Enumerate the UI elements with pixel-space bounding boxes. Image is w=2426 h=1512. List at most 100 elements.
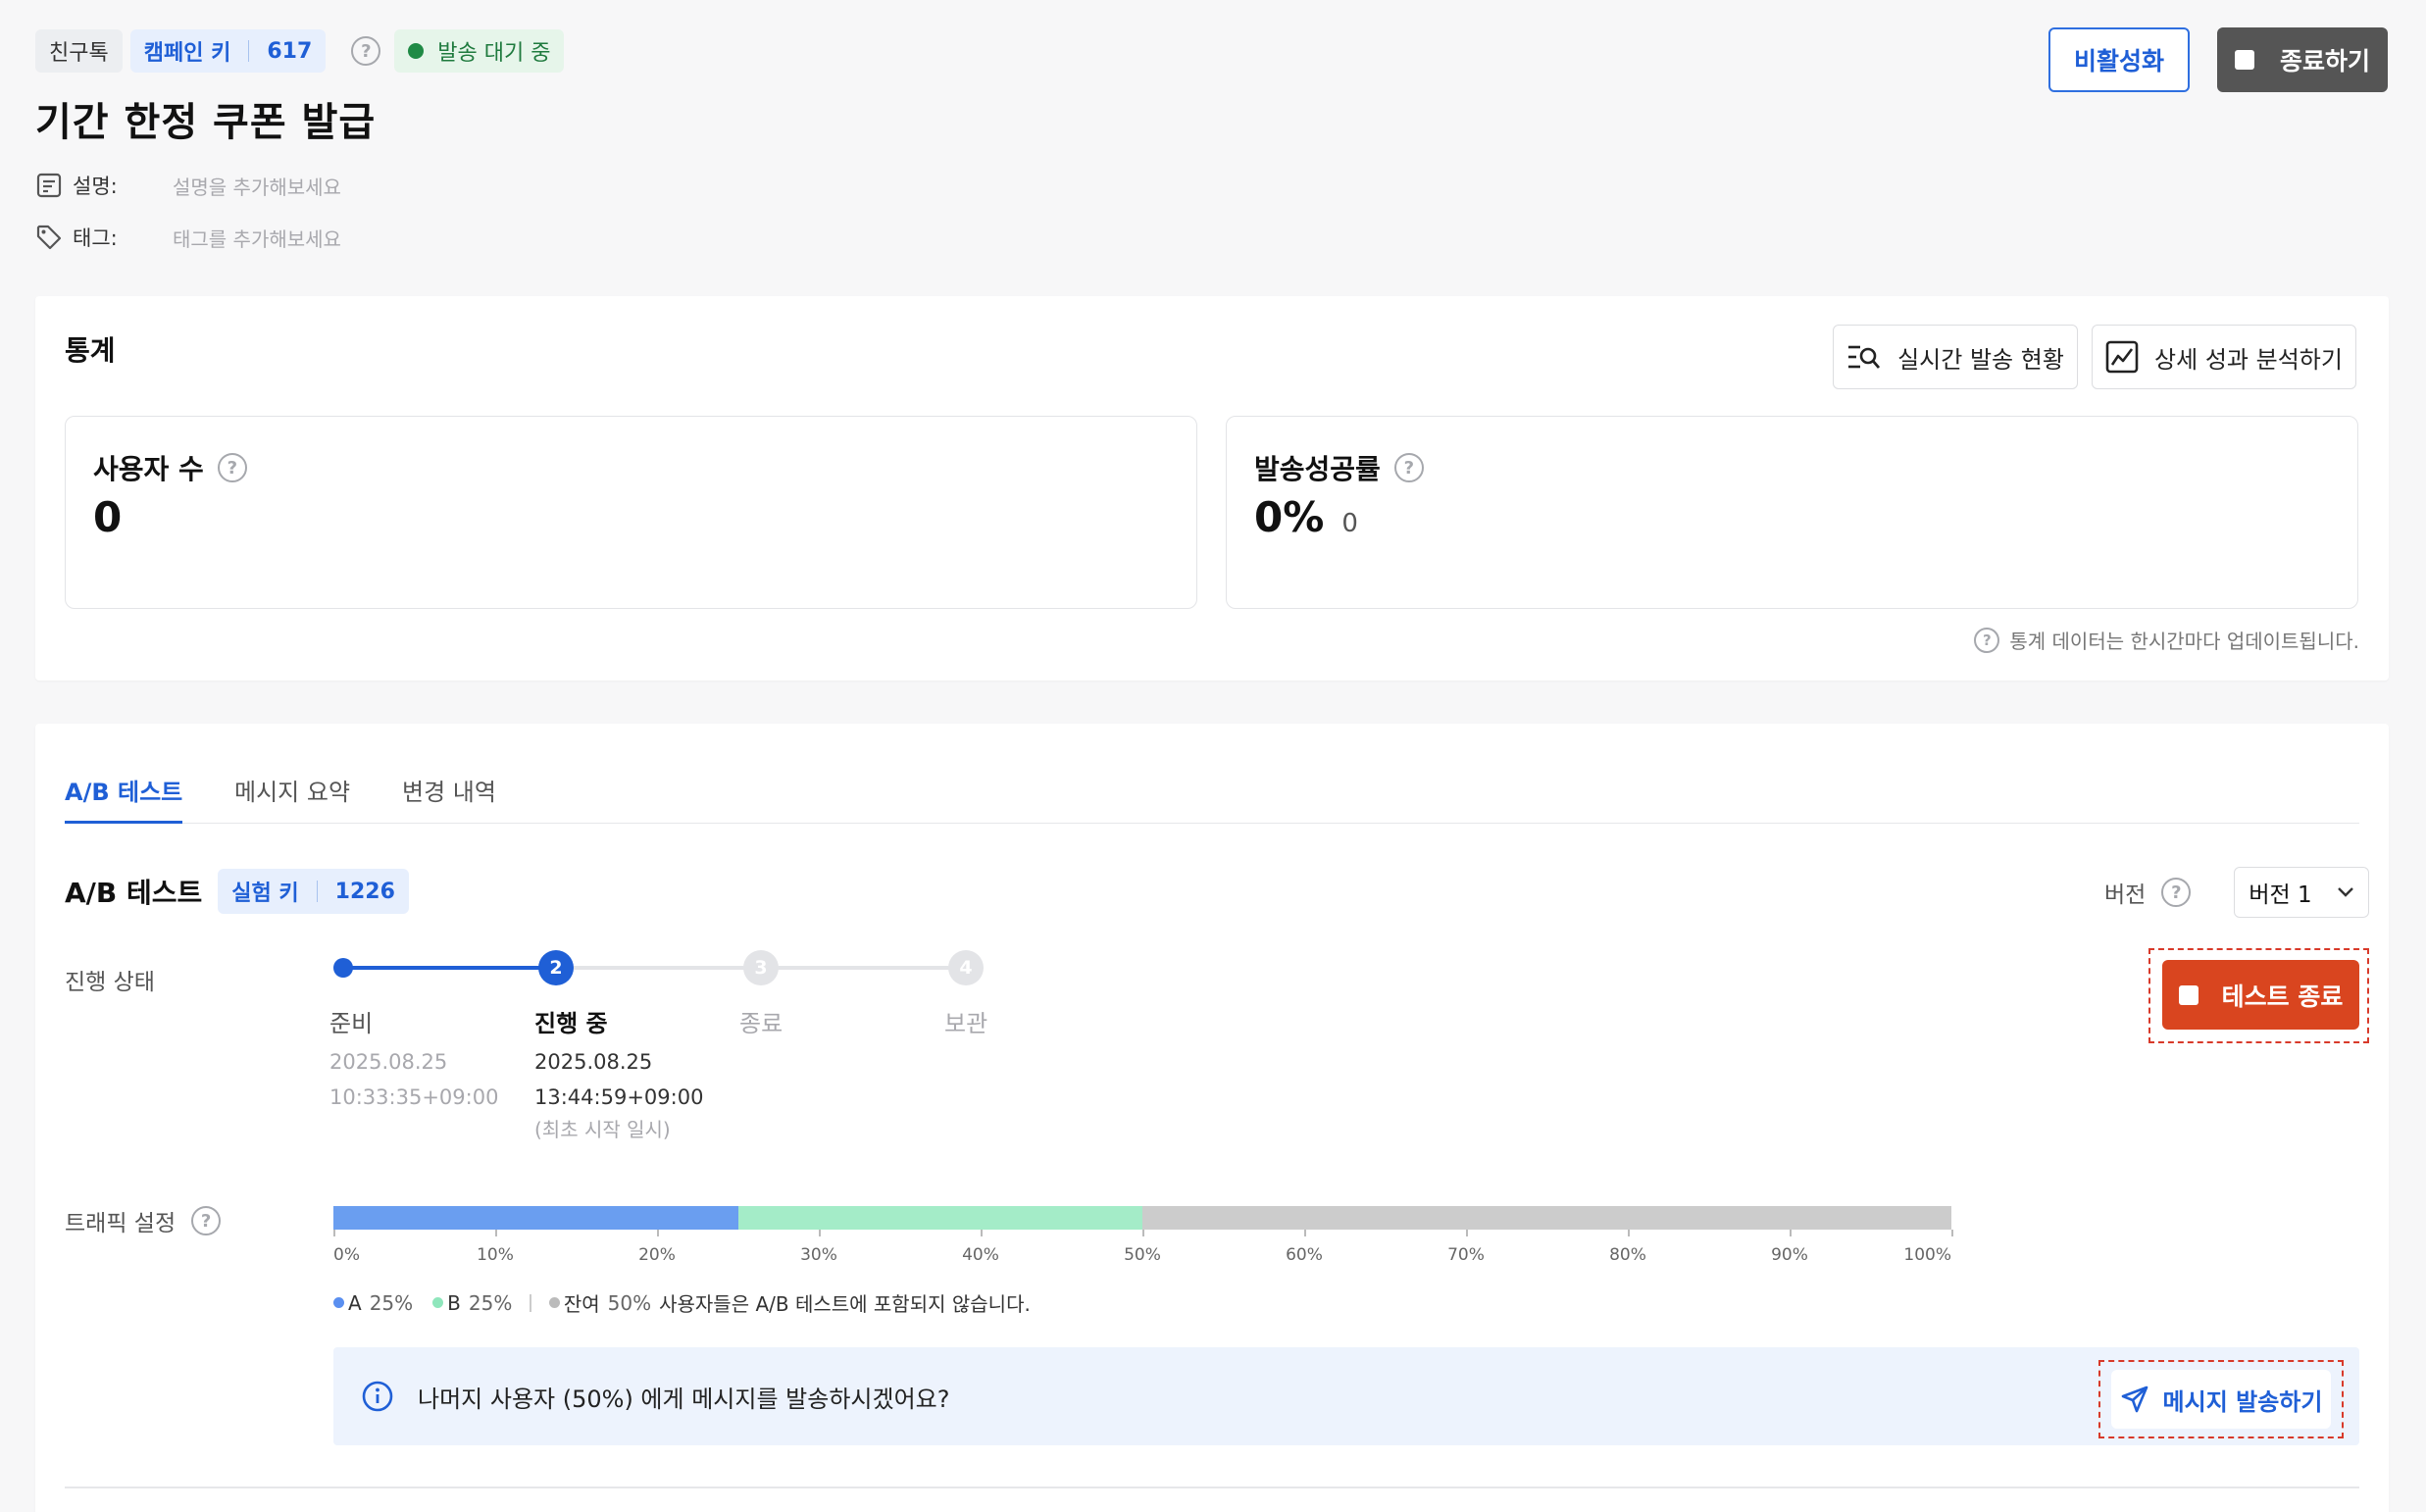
users-stat-box: 사용자 수 ? 0 (65, 416, 1197, 609)
question-icon[interactable]: ? (1393, 453, 1424, 482)
list-search-icon (1848, 345, 1881, 369)
axis-tick-mark (819, 1230, 821, 1236)
axis-tick-label: 80% (1609, 1245, 1646, 1265)
axis-tick-label: 60% (1286, 1245, 1323, 1265)
description-label: 설명: (73, 175, 118, 198)
send-remaining-notice: 나머지 사용자 (50%) 에게 메시지를 발송하시겠어요? (333, 1347, 2359, 1445)
success-rate-value: 0% (1254, 493, 1325, 541)
axis-tick-mark (1142, 1230, 1144, 1236)
axis-tick-label: 90% (1771, 1245, 1808, 1265)
traffic-setting-label: 트래픽 설정 (65, 1211, 177, 1236)
legend-rest-dot (548, 1297, 560, 1308)
channel-chip: 친구톡 (35, 29, 123, 73)
axis-tick-label: 50% (1124, 1245, 1161, 1265)
axis-tick-mark (1628, 1230, 1630, 1236)
progress-status-label: 진행 상태 (65, 970, 155, 995)
step-1-info: 준비 2025.08.25 10:33:35+09:00 (329, 1010, 499, 1109)
realtime-status-button[interactable]: 실시간 발송 현황 (1833, 325, 2078, 389)
bottom-divider (65, 1487, 2359, 1488)
step-2-info: 진행 중 2025.08.25 13:44:59+09:00 (최초 시작 일시… (534, 1010, 704, 1141)
tag-row: 태그: 태그를 추가해보세요 (35, 223, 341, 252)
traffic-segment-b (737, 1206, 1142, 1230)
chevron-down-icon (2338, 887, 2354, 897)
legend-a-dot (333, 1297, 344, 1308)
traffic-axis: 0% 10% 20% 30% 40% 50% 60% 70% 80% 90% 100% (333, 1230, 1953, 1269)
traffic-segment-rest (1142, 1206, 1951, 1230)
tab-ab-test[interactable]: A/B 테스트 (65, 773, 183, 824)
step-4-info: 보관 (944, 1010, 988, 1037)
deactivate-button[interactable]: 비활성화 (2048, 27, 2190, 92)
traffic-bar (333, 1206, 1951, 1230)
tag-input[interactable]: 태그를 추가해보세요 (173, 224, 341, 252)
axis-tick-mark (1466, 1230, 1468, 1236)
traffic-legend: A 25% B 25% 잔여 50% 사용자들은 A/B 테스트에 포함되지 않… (333, 1288, 1031, 1317)
axis-tick-mark (495, 1230, 497, 1236)
experiment-key-chip: 실험 키 1226 (218, 869, 409, 914)
stats-footnote: ? 통계 데이터는 한시간마다 업데이트됩니다. (1974, 626, 2359, 654)
legend-b-dot (432, 1297, 444, 1308)
axis-tick-label: 100% (1903, 1245, 1951, 1265)
axis-tick-mark (1304, 1230, 1306, 1236)
step-2-marker: 2 (538, 950, 574, 985)
question-icon[interactable]: ? (191, 1206, 222, 1235)
end-test-button[interactable]: 테스트 종료 (2162, 960, 2359, 1030)
step-4-marker: 4 (948, 950, 984, 985)
campaign-key-chip: 캠페인 키 617 (129, 29, 327, 73)
stop-icon (2178, 984, 2199, 1005)
axis-tick-label: 20% (638, 1245, 676, 1265)
tag-label: 태그: (73, 227, 118, 250)
send-icon (2121, 1386, 2148, 1413)
question-icon[interactable]: ? (217, 453, 247, 482)
step-1-marker (333, 958, 353, 978)
step-3-info: 종료 (739, 1010, 783, 1037)
send-message-button[interactable]: 메시지 발송하기 (2111, 1370, 2331, 1429)
stats-card: 통계 실시간 발송 현황 상세 성과 분석하기 사용자 수 ? 0 발송성공률 … (35, 296, 2389, 680)
note-icon (36, 173, 62, 198)
axis-tick-mark (657, 1230, 659, 1236)
notice-text: 나머지 사용자 (50%) 에게 메시지를 발송하시겠어요? (418, 1385, 950, 1413)
success-count: 0 (1341, 509, 1358, 538)
description-row: 설명: 설명을 추가해보세요 (35, 171, 341, 200)
success-rate-label: 발송성공률 (1254, 453, 1381, 485)
axis-tick-mark (981, 1230, 983, 1236)
page-title: 기간 한정 쿠폰 발급 (35, 100, 377, 145)
success-rate-stat-box: 발송성공률 ? 0% 0 (1226, 416, 2358, 609)
users-stat-value: 0 (93, 493, 123, 541)
detailed-analysis-button[interactable]: 상세 성과 분석하기 (2092, 325, 2356, 389)
traffic-setting-row: 트래픽 설정 ? (65, 1204, 222, 1237)
progress-stepper: 2 3 4 준비 2025.08.25 10:33:35+09:00 진행 중 … (329, 950, 1055, 1208)
tag-icon (36, 225, 62, 250)
ab-test-card: A/B 테스트 메시지 요약 변경 내역 A/B 테스트 실험 키 1226 버… (35, 724, 2389, 1512)
axis-tick-mark (333, 1230, 335, 1236)
chart-analysis-icon (2105, 340, 2139, 374)
status-dot-icon (408, 43, 425, 59)
axis-tick-label: 0% (333, 1245, 360, 1265)
axis-tick-mark (1790, 1230, 1792, 1236)
stats-title: 통계 (65, 334, 116, 367)
axis-tick-label: 40% (962, 1245, 999, 1265)
version-row: 버전 ? 버전 1 (2104, 867, 2370, 918)
users-stat-label: 사용자 수 (93, 453, 204, 485)
description-input[interactable]: 설명을 추가해보세요 (173, 172, 341, 200)
tab-message-summary[interactable]: 메시지 요약 (234, 773, 350, 807)
status-badge: 발송 대기 중 (394, 29, 565, 73)
axis-tick-mark (1951, 1230, 1953, 1236)
campaign-meta-row: 친구톡 캠페인 키 617 ? 발송 대기 중 (35, 29, 565, 73)
question-icon[interactable]: ? (351, 36, 381, 66)
end-campaign-button[interactable]: 종료하기 (2217, 27, 2388, 92)
axis-tick-label: 70% (1447, 1245, 1485, 1265)
version-select[interactable]: 버전 1 (2234, 867, 2370, 918)
axis-tick-label: 10% (477, 1245, 514, 1265)
stop-icon (2234, 50, 2254, 70)
tab-bar: A/B 테스트 메시지 요약 변경 내역 (65, 724, 2359, 824)
version-label: 버전 (2104, 882, 2147, 908)
tab-change-history[interactable]: 변경 내역 (402, 773, 496, 807)
step-3-marker: 3 (743, 950, 779, 985)
info-icon (362, 1381, 393, 1412)
stepper-progress (343, 966, 548, 970)
question-icon[interactable]: ? (2161, 878, 2192, 907)
ab-title: A/B 테스트 (65, 877, 203, 909)
traffic-segment-a (333, 1206, 738, 1230)
axis-tick-label: 30% (800, 1245, 837, 1265)
ab-title-row: A/B 테스트 실험 키 1226 (65, 869, 409, 914)
